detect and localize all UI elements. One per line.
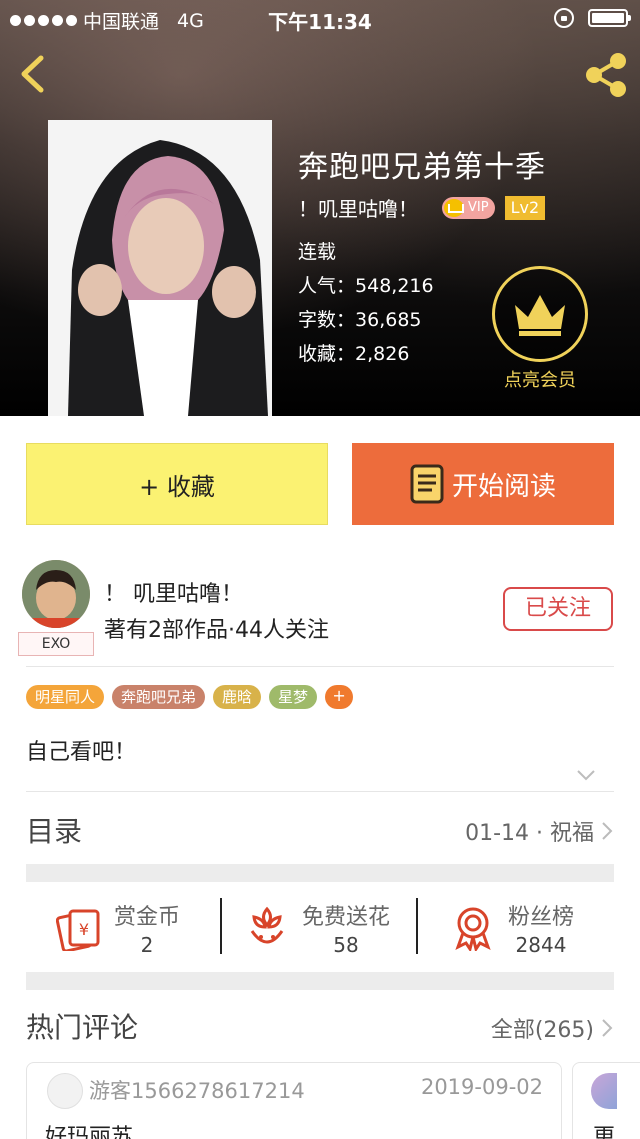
catalogue-title[interactable]: 目录 [26,810,82,850]
add-tag-button[interactable]: + [325,685,354,709]
exo-badge: EXO [18,632,94,656]
start-reading-button[interactable]: 开始阅读 [352,443,614,525]
catalogue-latest[interactable]: 01-14 · 祝福 [465,815,614,847]
status-bar: 中国联通 4G 下午11:34 [0,0,640,38]
word-count-row: 字数：36,685 [298,305,422,332]
flower-icon [250,906,284,944]
stat-separator [220,898,222,954]
chevron-right-icon [602,1019,613,1037]
stat-fans-label: 粉丝榜 [508,905,575,930]
share-button[interactable] [582,52,630,98]
word-count-value: 36,685 [355,309,422,331]
divider [26,666,614,667]
divider [26,791,614,792]
chevron-left-icon [21,55,44,93]
vip-label: VIP [468,200,489,215]
back-button[interactable] [14,52,54,96]
tag-3[interactable]: 星梦 [269,685,318,709]
status-right [554,8,631,28]
section-separator [26,864,614,882]
comment-text: 好玛丽苏 [45,1125,134,1139]
comment-date: 2019-09-02 [420,1075,543,1099]
comment-card[interactable]: 游客1566278617214 2019-09-02 好玛丽苏 [26,1062,562,1139]
header-author-line: ！叽里咕噜！ VIP Lv2 [298,193,546,222]
book-description: 自己看吧！ [26,740,137,765]
avatar [22,560,90,628]
tag-1[interactable]: 奔跑吧兄弟 [112,685,206,709]
chevron-right-icon [602,822,613,840]
stat-reward[interactable]: ¥ 赏金币 2 [56,898,180,958]
hot-comments-title: 热门评论 [26,1011,139,1044]
book-icon [410,464,444,504]
member-button[interactable]: 点亮会员 [492,266,588,392]
crown-icon [515,295,565,336]
level-badge: Lv2 [504,195,546,220]
tag-0[interactable]: 明星同人 [26,685,105,709]
book-title: 奔跑吧兄弟第十季 [298,150,546,185]
book-header: 中国联通 4G 下午11:34 奔跑吧兄弟第十季 ！叽里咕噜！ VIP Lv2 … [0,0,640,416]
all-comments-label: 全部(265) [490,1018,594,1043]
red-envelope-icon: ¥ [56,909,100,951]
popularity-row: 人气：548,216 [298,271,434,298]
vip-crown-icon [444,198,464,217]
chevron-down-icon[interactable] [576,768,596,782]
stat-separator [416,898,418,954]
ribbon-medal-icon [455,907,491,951]
add-favorite-label: + 收藏 [139,472,215,501]
popularity-value: 548,216 [355,275,434,297]
popularity-label: 人气： [298,275,356,297]
word-count-label: 字数： [298,309,356,331]
cover-photo [48,120,272,416]
member-label: 点亮会员 [504,370,576,391]
stat-reward-value: 2 [140,933,154,957]
rotation-lock-icon [554,8,574,28]
comment-card[interactable]: 更 [572,1062,640,1139]
section-separator [26,972,614,990]
vip-badge: VIP [442,196,495,219]
stat-reward-label: 赏金币 [114,905,181,930]
header-author-name[interactable]: ！叽里咕噜！ [298,193,418,222]
tag-list: 明星同人 奔跑吧兄弟 鹿晗 星梦 + [26,685,354,709]
favorites-value: 2,826 [355,343,410,365]
author-name[interactable]: ！ 叽里咕噜！ [104,576,243,608]
comment-avatar [591,1073,617,1109]
start-reading-label: 开始阅读 [451,471,556,502]
avatar-image [22,560,90,628]
book-cover[interactable] [48,120,272,416]
add-favorite-button[interactable]: + 收藏 [26,443,328,525]
stat-flower-value: 58 [333,933,359,957]
battery-icon [588,9,631,27]
author-avatar-group[interactable]: EXO [18,560,94,658]
stat-flower-label: 免费送花 [302,905,391,930]
status-time: 下午11:34 [268,10,372,34]
stat-fans-value: 2844 [515,933,567,957]
comment-user: 游客1566278617214 [89,1079,305,1103]
author-stats: 著有2部作品·44人关注 [104,618,329,643]
favorites-row: 收藏：2,826 [298,339,409,366]
comment-avatar [47,1073,83,1109]
comment-text: 更 [593,1125,616,1139]
latest-chapter: 01-14 · 祝福 [465,821,594,846]
stat-flower[interactable]: 免费送花 58 [244,898,390,958]
stat-fans[interactable]: 粉丝榜 2844 [450,898,574,958]
share-icon [586,53,626,97]
svg-text:¥: ¥ [79,920,89,939]
follow-button[interactable]: 已关注 [503,587,613,631]
member-circle [492,266,588,362]
serial-status: 连载 [298,241,337,263]
all-comments-link[interactable]: 全部(265) [491,1012,614,1044]
tag-2[interactable]: 鹿晗 [213,685,262,709]
favorites-label: 收藏： [298,343,356,365]
